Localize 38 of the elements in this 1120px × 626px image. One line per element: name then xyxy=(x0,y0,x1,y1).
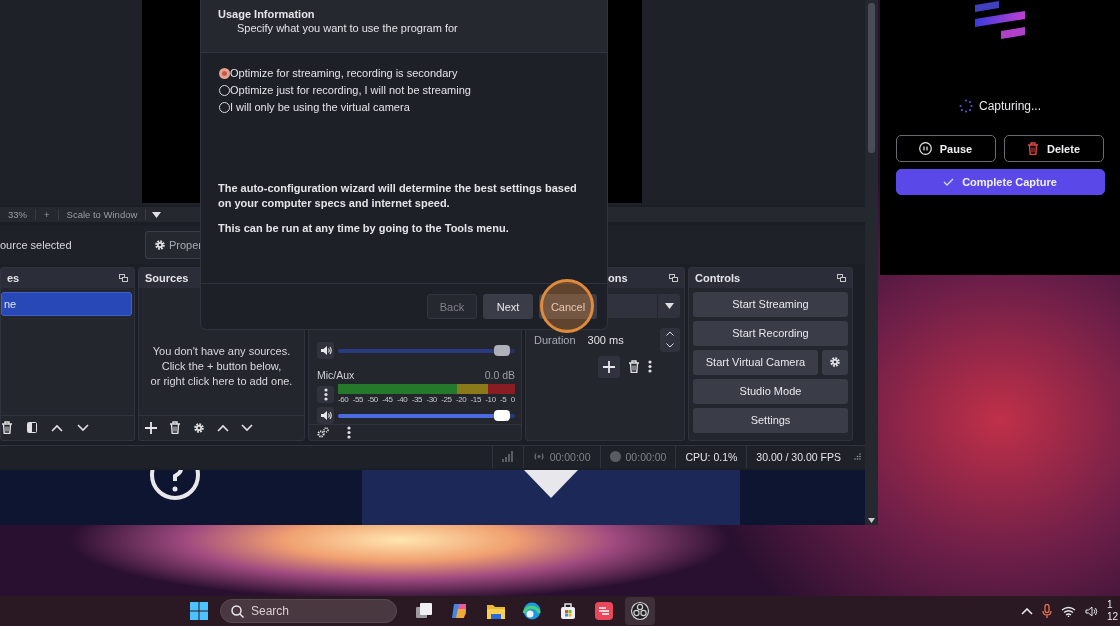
fps-readout: 30.00 / 30.00 FPS xyxy=(756,450,841,463)
volume-reading: 0.0 dB xyxy=(484,369,515,382)
meter-scale-label: -30 xyxy=(426,395,437,405)
meter-scale-label: -25 xyxy=(441,395,452,405)
zoom-level: 33% xyxy=(0,209,36,221)
duration-value: 300 ms xyxy=(587,333,624,346)
meter-scale-label: 0 xyxy=(510,395,515,405)
meter-scale-label: -45 xyxy=(382,395,393,405)
record-time: 00:00:00 xyxy=(625,450,667,463)
stream-time: 00:00:00 xyxy=(549,450,591,463)
dock-title: ons xyxy=(608,271,628,284)
dock-title: Controls xyxy=(695,271,741,284)
capture-status: Capturing... xyxy=(978,99,1041,113)
dock-title: Sources xyxy=(145,271,189,284)
dialog-title: Usage Information xyxy=(218,8,316,20)
clock-text: 12 xyxy=(1106,611,1118,623)
dialog-button: Back xyxy=(427,294,477,319)
meter-scale-label: -50 xyxy=(367,395,378,405)
meter-scale-label: -40 xyxy=(396,395,408,405)
meter-scale-label: -10 xyxy=(485,395,496,405)
empty-sources-text: Click the + button below, xyxy=(160,358,283,374)
info-text: The auto-configuration wizard will determine the best settings based on your computer specs and internet speed. xyxy=(218,181,578,211)
meter-scale-label: -55 xyxy=(352,395,364,405)
empty-sources-text: You don't have any sources. xyxy=(151,343,292,359)
selection-status: ource selected xyxy=(0,239,73,252)
dialog-subtitle: Specify what you want to use the program for xyxy=(236,22,459,34)
dock-title: es xyxy=(7,271,20,284)
meter-scale-label: -60 xyxy=(338,395,349,405)
meter-scale-label: -35 xyxy=(411,395,423,405)
info-text: This can be run at any time by going to the Tools menu. xyxy=(218,221,510,236)
cpu-usage: CPU: 0.1% xyxy=(685,450,738,463)
duration-label: Duration xyxy=(534,333,576,346)
empty-sources-text: or right click here to add one. xyxy=(150,373,293,389)
clock-text: 1 xyxy=(1106,599,1114,611)
meter-scale-label: -5 xyxy=(500,395,507,405)
track-name: Mic/Aux xyxy=(317,369,355,382)
meter-scale-label: -20 xyxy=(455,395,467,405)
meter-scale-label: -15 xyxy=(470,395,481,405)
